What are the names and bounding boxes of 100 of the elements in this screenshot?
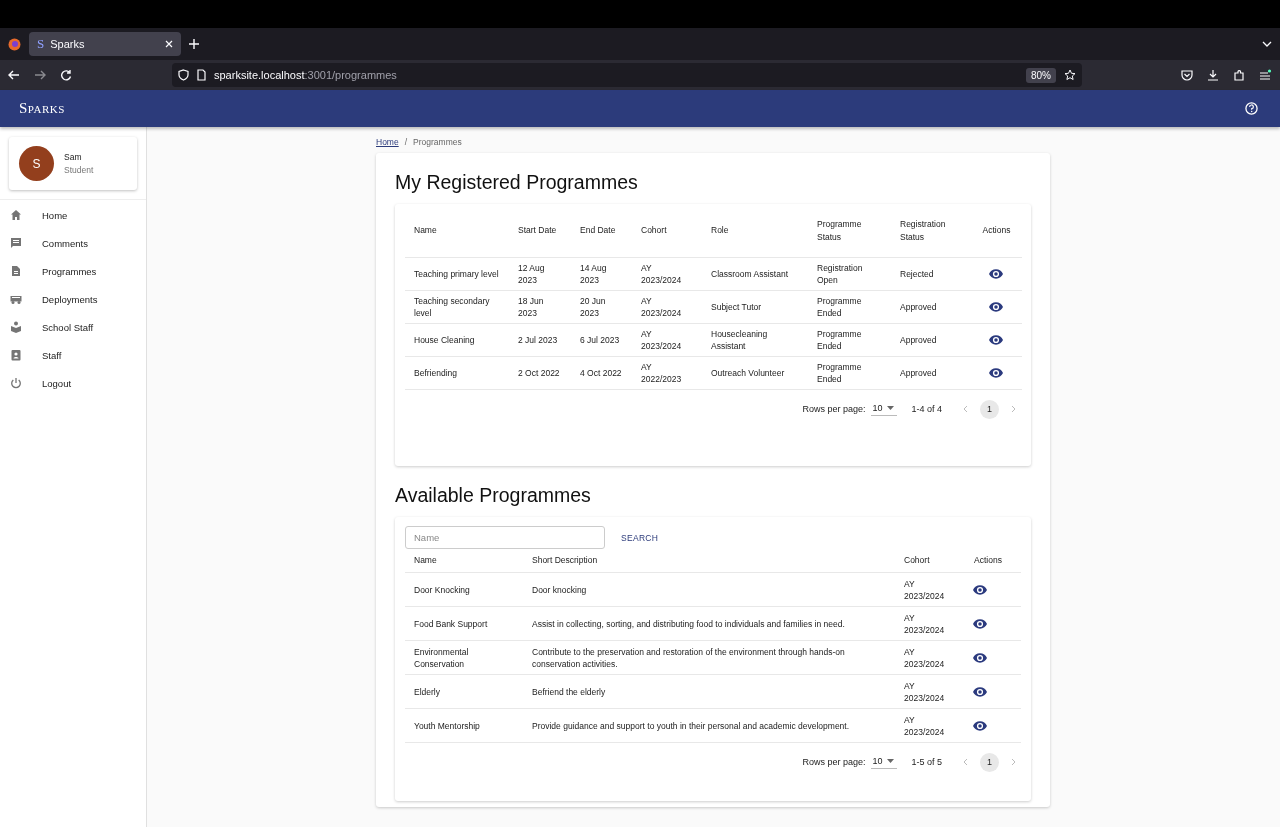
- rows-per-page-label: Rows per page:: [802, 757, 866, 767]
- table-cell: AY 2023/2024: [895, 640, 955, 675]
- menu-icon[interactable]: [1259, 69, 1272, 81]
- section-title: My Registered Programmes: [395, 171, 639, 194]
- avatar: S: [19, 146, 54, 181]
- view-icon[interactable]: [989, 368, 1003, 378]
- table-cell: Befriend the elderly: [523, 674, 895, 709]
- table-cell: 2 Oct 2022: [509, 356, 571, 390]
- caret-icon: [887, 405, 895, 410]
- search-field[interactable]: Name: [405, 526, 605, 549]
- extensions-icon[interactable]: [1233, 69, 1245, 81]
- browser-logo-icon[interactable]: [8, 37, 21, 51]
- table-cell: Approved: [891, 323, 971, 357]
- document-icon: [10, 265, 22, 277]
- home-icon: [10, 209, 22, 221]
- table-cell: AY 2023/2024: [632, 257, 702, 291]
- table-cell: Programme Ended: [808, 356, 891, 390]
- breadcrumb-link[interactable]: Home: [376, 137, 399, 147]
- sidebar-item[interactable]: Programmes: [0, 257, 146, 285]
- shield-icon[interactable]: [178, 69, 189, 81]
- table-cell: AY 2023/2024: [632, 290, 702, 324]
- view-icon[interactable]: [973, 720, 987, 731]
- table-cell: Contribute to the preservation and restoration of the environment through hands-on conservation activities.: [523, 640, 895, 675]
- table-cell: AY 2023/2024: [895, 606, 955, 641]
- view-icon[interactable]: [989, 335, 1003, 345]
- table-cell: Provide guidance and support to youth in their personal and academic development.: [523, 708, 895, 743]
- view-icon[interactable]: [973, 618, 987, 629]
- user-name: Sam: [64, 152, 83, 162]
- rows-per-page-select[interactable]: 10: [871, 402, 898, 416]
- view-icon[interactable]: [989, 269, 1003, 279]
- table-cell: 2 Jul 2023: [509, 323, 571, 357]
- table-cell: 14 Aug 2023: [571, 257, 632, 291]
- favicon: S: [37, 36, 45, 52]
- page-number[interactable]: 1: [980, 752, 999, 772]
- table-cell: Elderly: [405, 674, 523, 709]
- download-icon[interactable]: [1207, 69, 1219, 81]
- table-cell: Befriending: [405, 356, 509, 390]
- table-cell: Programme Ended: [808, 323, 891, 357]
- address-bar[interactable]: sparksite.localhost:3001/programmes 80%: [172, 63, 1082, 87]
- column-header: Start Date: [509, 204, 571, 258]
- column-header: Actions: [971, 204, 1022, 258]
- table-cell: AY 2023/2024: [632, 323, 702, 357]
- user-role: Student: [64, 165, 94, 175]
- close-icon[interactable]: [165, 40, 173, 48]
- table-cell: Door Knocking: [405, 572, 523, 607]
- view-icon[interactable]: [973, 652, 987, 663]
- view-icon[interactable]: [973, 584, 987, 595]
- reload-icon[interactable]: [60, 69, 72, 81]
- page-number[interactable]: 1: [980, 399, 999, 419]
- page-range: 1-4 of 4: [911, 404, 942, 414]
- forward-icon[interactable]: [34, 70, 46, 80]
- table-cell: Outreach Volunteer: [702, 356, 808, 390]
- caret-icon: [887, 758, 895, 763]
- table-cell: Classroom Assistant: [702, 257, 808, 291]
- page-icon: [197, 69, 206, 81]
- breadcrumb-current: Programmes: [413, 137, 462, 147]
- power-icon: [10, 377, 22, 389]
- back-icon[interactable]: [8, 70, 20, 80]
- pocket-icon[interactable]: [1181, 69, 1193, 81]
- table-cell: House Cleaning: [405, 323, 509, 357]
- section-title: Available Programmes: [395, 484, 592, 507]
- search-button[interactable]: SEARCH: [619, 528, 661, 547]
- zoom-level[interactable]: 80%: [1026, 67, 1056, 83]
- rows-per-page-select[interactable]: 10: [871, 755, 898, 769]
- column-header: Role: [702, 204, 808, 258]
- view-icon[interactable]: [989, 302, 1003, 312]
- new-tab-icon[interactable]: [189, 39, 199, 49]
- breadcrumb-separator: /: [404, 137, 408, 147]
- table-cell: Environmental Conservation: [405, 640, 523, 675]
- view-icon[interactable]: [973, 686, 987, 697]
- table-cell: Food Bank Support: [405, 606, 523, 641]
- sidebar-item[interactable]: School Staff: [0, 313, 146, 341]
- sidebar-item[interactable]: Home: [0, 201, 146, 229]
- table-cell: Teaching primary level: [405, 257, 509, 291]
- star-icon[interactable]: [1064, 69, 1076, 81]
- table-cell: Approved: [891, 356, 971, 390]
- table-cell: Assist in collecting, sorting, and distributing food to individuals and families in need.: [523, 606, 895, 641]
- column-header: Registration Status: [891, 204, 971, 258]
- table-cell: 4 Oct 2022: [571, 356, 632, 390]
- sidebar-item[interactable]: Logout: [0, 369, 146, 397]
- help-icon[interactable]: [1245, 102, 1258, 115]
- table-cell: AY 2023/2024: [895, 572, 955, 607]
- comment-icon: [10, 237, 22, 249]
- table-cell: 20 Jun 2023: [571, 290, 632, 324]
- page-range: 1-5 of 5: [911, 757, 942, 767]
- table-cell: Registration Open: [808, 257, 891, 291]
- badge-icon: [10, 349, 22, 361]
- column-header: Actions: [955, 549, 1021, 573]
- sidebar-item[interactable]: Comments: [0, 229, 146, 257]
- tab-title: Sparks: [50, 38, 86, 50]
- browser-tab[interactable]: S Sparks: [29, 32, 181, 56]
- url-text: sparksite.localhost:3001/programmes: [214, 69, 397, 81]
- table-cell: Rejected: [891, 257, 971, 291]
- sidebar-item[interactable]: Staff: [0, 341, 146, 369]
- table-cell: Youth Mentorship: [405, 708, 523, 743]
- sidebar-item[interactable]: Deployments: [0, 285, 146, 313]
- column-header: Programme Status: [808, 204, 891, 258]
- table-cell: Approved: [891, 290, 971, 324]
- table-cell: 6 Jul 2023: [571, 323, 632, 357]
- chevron-down-icon[interactable]: [1262, 41, 1272, 47]
